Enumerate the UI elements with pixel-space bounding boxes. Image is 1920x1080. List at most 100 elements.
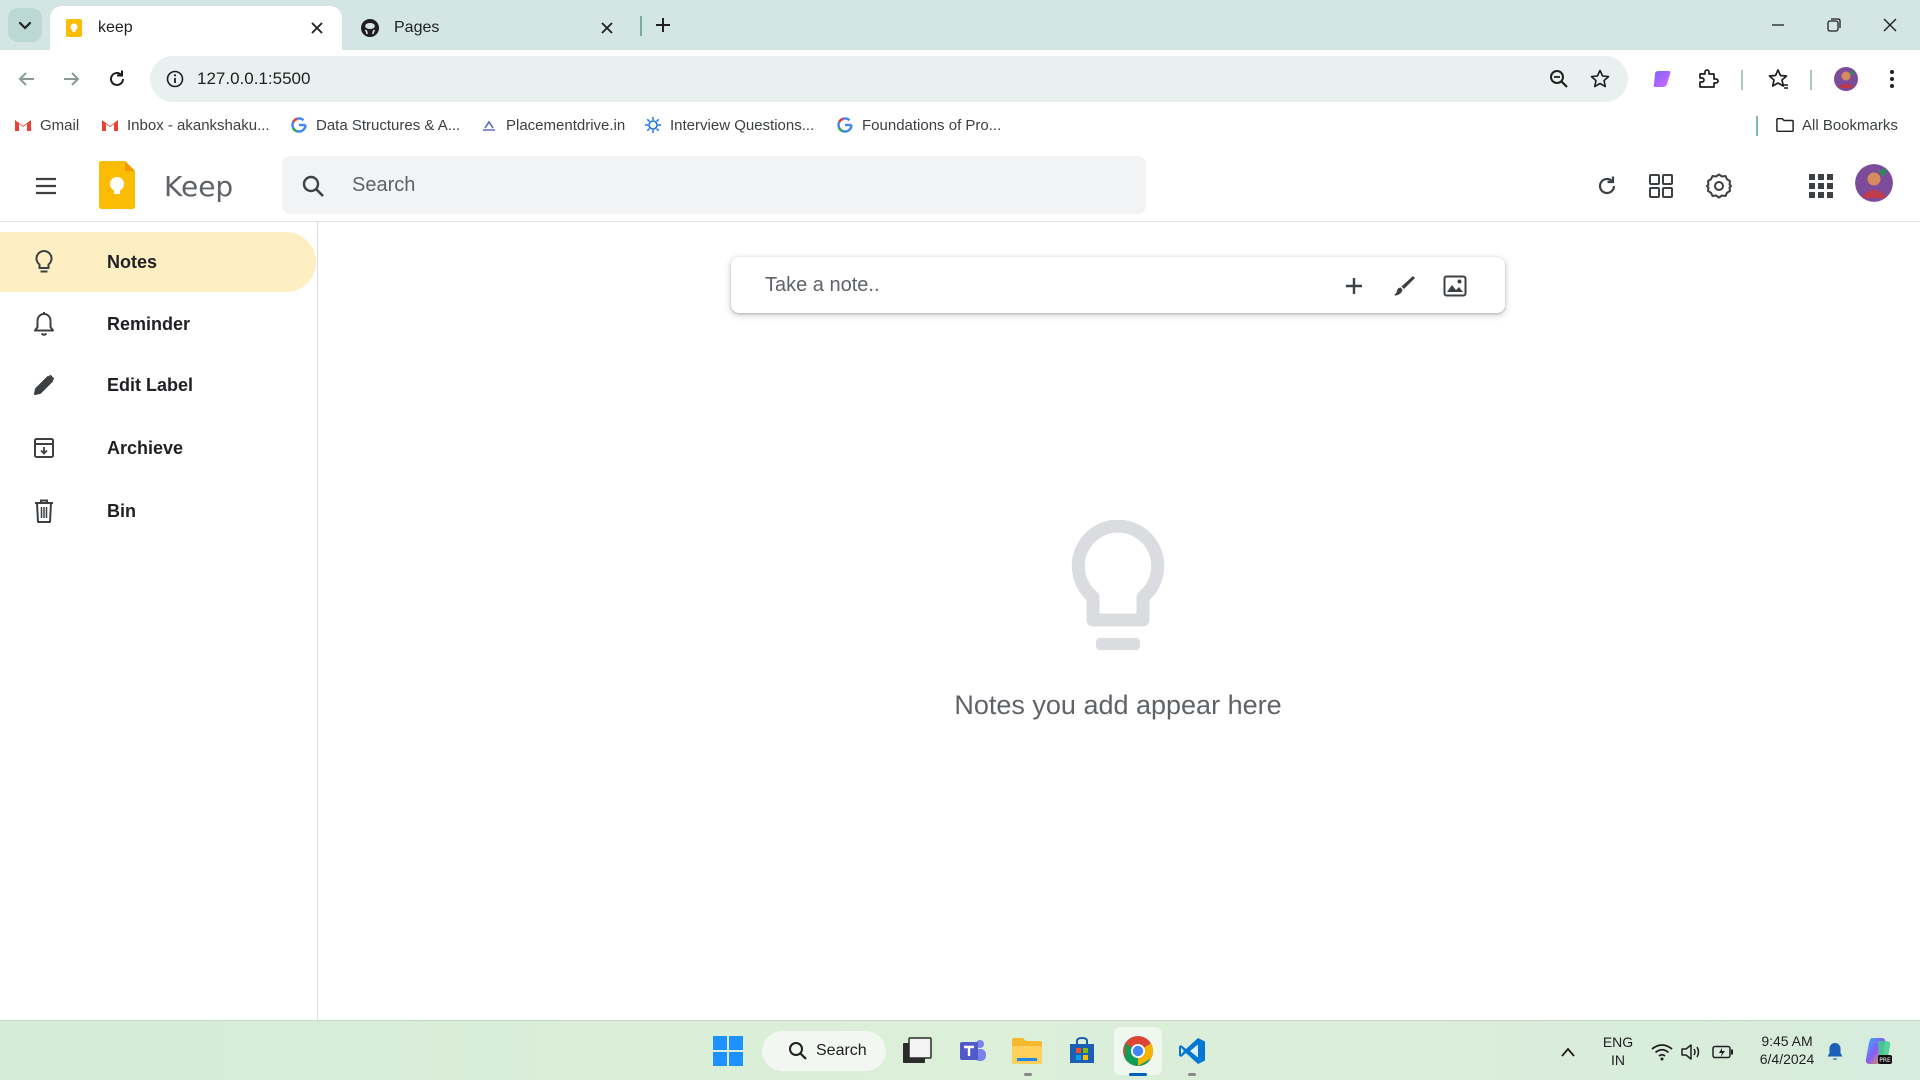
google-icon (836, 116, 854, 134)
sidebar-item-archieve[interactable]: Archieve (0, 418, 316, 478)
search-icon[interactable] (296, 169, 330, 203)
address-bar[interactable]: 127.0.0.1:5500 (150, 56, 1628, 102)
new-drawing-button[interactable] (1387, 269, 1421, 303)
app-header: Keep (0, 150, 1920, 222)
tab-search-button[interactable] (8, 8, 42, 42)
tab-title: keep (98, 19, 133, 36)
new-image-note-button[interactable] (1438, 269, 1472, 303)
new-tab-button[interactable] (650, 12, 676, 38)
bookmark-placementdrive[interactable]: Placementdrive.in (480, 108, 625, 142)
url-text[interactable]: 127.0.0.1:5500 (197, 69, 310, 89)
close-tab-icon[interactable] (596, 17, 618, 39)
extensions-puzzle-icon[interactable] (1690, 61, 1726, 97)
bookmark-data-structures[interactable]: Data Structures & A... (290, 108, 460, 142)
close-tab-icon[interactable] (306, 17, 328, 39)
gmail-icon (101, 116, 119, 134)
windows-logo-icon (713, 1036, 743, 1066)
sidebar-item-reminder[interactable]: Reminder (0, 294, 316, 354)
hamburger-icon (36, 177, 56, 195)
arrow-left-icon (18, 72, 34, 86)
take-note-input[interactable] (765, 270, 1305, 300)
new-list-button[interactable] (1337, 269, 1371, 303)
sidebar-item-edit-label[interactable]: Edit Label (0, 355, 316, 415)
forward-button[interactable] (54, 62, 88, 96)
wifi-icon[interactable] (1651, 1041, 1673, 1063)
teams-icon (960, 1040, 986, 1061)
notification-bell-icon[interactable] (1824, 1041, 1846, 1063)
all-bookmarks-button[interactable]: All Bookmarks (1776, 108, 1898, 142)
close-window-button[interactable] (1870, 8, 1910, 42)
placementdrive-icon (480, 116, 498, 134)
show-hidden-icons-button[interactable] (1557, 1041, 1579, 1063)
minimize-button[interactable] (1758, 8, 1798, 42)
take-note-box[interactable] (731, 257, 1505, 313)
task-view-button[interactable] (899, 1033, 935, 1069)
browser-toolbar: 127.0.0.1:5500 (0, 50, 1920, 108)
clock-time: 9:45 AM (1761, 1033, 1813, 1049)
restore-button[interactable] (1814, 8, 1854, 42)
zoom-icon[interactable] (1544, 64, 1574, 94)
vscode-app[interactable] (1174, 1033, 1210, 1069)
sidebar-item-label: Edit Label (107, 374, 194, 395)
bookmark-foundations[interactable]: Foundations of Pro... (836, 108, 1001, 142)
clock[interactable]: 9:45 AM 6/4/2024 (1752, 1032, 1822, 1068)
search-input[interactable] (352, 170, 1112, 200)
refresh-button[interactable] (1587, 166, 1627, 206)
sidebar-item-label: Archieve (107, 437, 184, 458)
store-icon (1070, 1036, 1094, 1063)
bookmark-label: Gmail (40, 116, 80, 134)
battery-icon[interactable] (1712, 1041, 1734, 1063)
task-view-icon (903, 1037, 932, 1063)
svg-text:PRE: PRE (1879, 1057, 1891, 1064)
bookmark-interview-questions[interactable]: Interview Questions... (644, 108, 814, 142)
extension-purple-icon[interactable] (1644, 61, 1680, 97)
bookmark-gmail[interactable]: Gmail (14, 108, 79, 142)
minimize-icon (1772, 24, 1784, 26)
tab-keep[interactable]: keep (50, 6, 342, 50)
chrome-app[interactable] (1120, 1033, 1156, 1069)
reading-list-icon[interactable] (1760, 61, 1796, 97)
taskbar-search[interactable]: Search (762, 1031, 886, 1071)
bell-icon (28, 308, 60, 340)
all-bookmarks-label: All Bookmarks (1802, 116, 1898, 134)
apps-button[interactable] (1801, 166, 1841, 206)
site-info-icon[interactable] (160, 64, 190, 94)
search-icon (789, 1042, 807, 1060)
windows-taskbar: Search ENG IN 9:45 AM 6/4/2024 PRE (0, 1020, 1920, 1080)
close-icon (1883, 18, 1897, 32)
start-button[interactable] (710, 1033, 746, 1069)
language-indicator[interactable]: ENG IN (1596, 1033, 1640, 1069)
copilot-icon: PRE (1865, 1038, 1892, 1064)
grid-view-button[interactable] (1641, 166, 1681, 206)
sidebar-item-notes[interactable]: Notes (0, 232, 316, 292)
archive-icon (28, 432, 60, 464)
arrow-right-icon (64, 72, 80, 86)
sidebar-item-bin[interactable]: Bin (0, 481, 316, 541)
main-menu-button[interactable] (26, 168, 66, 204)
microsoft-store-app[interactable] (1064, 1033, 1100, 1069)
chrome-menu-icon[interactable] (1874, 61, 1910, 97)
profile-avatar[interactable] (1828, 61, 1864, 97)
image-icon (1443, 275, 1467, 297)
sidebar: Notes Reminder Edit Label Archieve Bin (0, 222, 318, 1020)
bookmark-label: Placementdrive.in (506, 116, 626, 134)
back-button[interactable] (10, 62, 44, 96)
apps-grid-icon (1809, 174, 1833, 198)
trash-icon (28, 495, 60, 527)
file-explorer-app[interactable] (1009, 1033, 1045, 1069)
reload-button[interactable] (100, 62, 134, 96)
brush-icon (1394, 276, 1415, 296)
copilot-button[interactable]: PRE (1860, 1033, 1896, 1069)
settings-button[interactable] (1699, 166, 1739, 206)
teams-app[interactable] (955, 1033, 991, 1069)
bookmark-star-icon[interactable] (1585, 64, 1615, 94)
tab-pages[interactable]: Pages (346, 6, 632, 50)
search-bar[interactable] (282, 156, 1146, 214)
volume-icon[interactable] (1680, 1041, 1702, 1063)
bookmark-inbox[interactable]: Inbox - akankshaku... (101, 108, 270, 142)
clock-date: 6/4/2024 (1759, 1051, 1815, 1067)
bookmarks-divider (1756, 116, 1758, 136)
sidebar-item-label: Bin (107, 500, 136, 521)
toolbar-divider (1741, 70, 1743, 90)
avatar[interactable] (1855, 164, 1893, 202)
